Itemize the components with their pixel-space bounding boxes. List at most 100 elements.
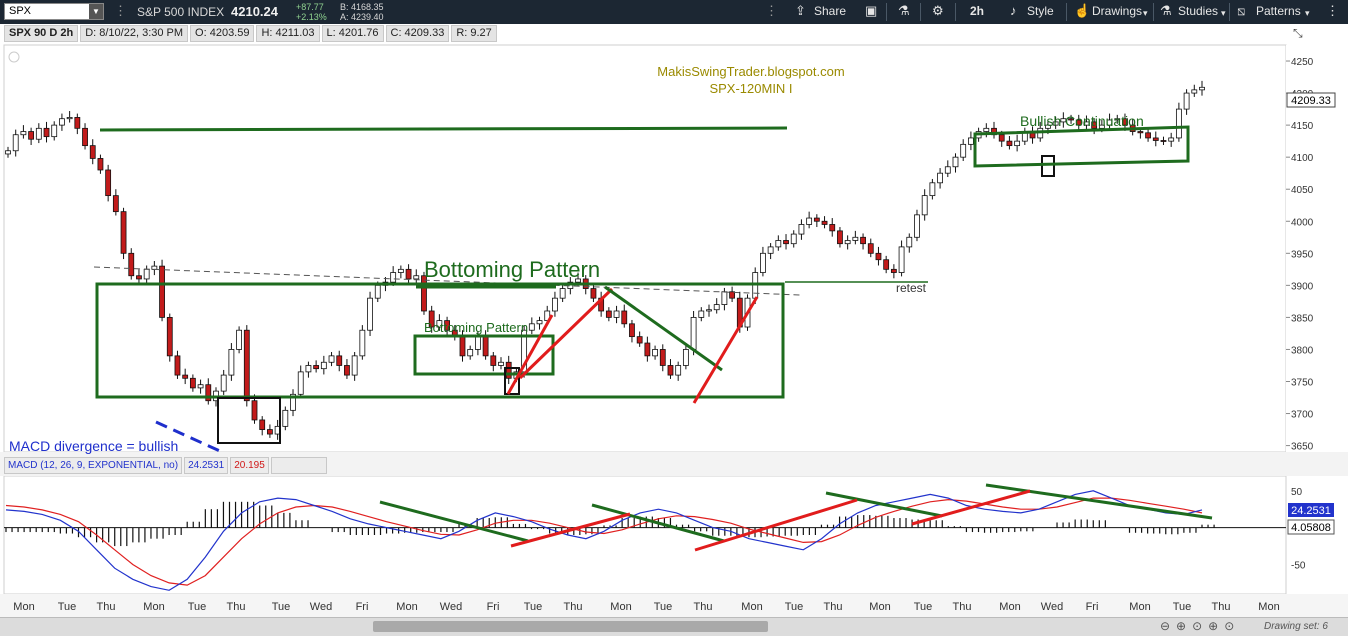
time-tick-label: Fri (487, 601, 500, 613)
time-tick-label: Tue (272, 601, 291, 613)
candle-body (189, 377, 196, 389)
candle-body (690, 317, 697, 350)
horizontal-scrollbar[interactable]: ⊖⊕⊙⊕⊙ Drawing set: 6 (0, 617, 1348, 636)
candle-body (51, 124, 58, 138)
candle-body (659, 349, 666, 366)
candle-body (66, 117, 73, 120)
price-tick-label: 4100 (1291, 153, 1314, 164)
candle-body (813, 217, 820, 222)
price-chart[interactable]: 3650 3700 3750 3800 3850 3900 3950 4000 4050 4100… (0, 0, 1348, 617)
candle-body (82, 127, 88, 147)
candle-body (1006, 140, 1013, 147)
time-tick-label: Fri (356, 601, 369, 613)
candle-body (498, 361, 504, 366)
price-tick-label: 3650 (1291, 442, 1314, 453)
candle-body (821, 220, 828, 225)
candle-body (968, 137, 974, 145)
candle-body (259, 419, 266, 430)
price-tick-label: 4250 (1291, 57, 1314, 68)
candle-body (367, 297, 373, 331)
candle-body (1152, 137, 1159, 141)
candle-body (313, 365, 320, 370)
candle-body (629, 323, 635, 338)
time-tick-label: Mon (1129, 601, 1150, 613)
time-tick-label: Tue (1173, 601, 1192, 613)
chart-subtitle: SPX-120MIN I (709, 81, 792, 96)
time-tick-label: Thu (824, 601, 843, 613)
time-tick-label: Tue (188, 601, 207, 613)
candle-body (921, 195, 928, 216)
candle-body (28, 131, 35, 140)
candle-body (559, 288, 566, 299)
candle-body (5, 150, 11, 155)
zoom-controls-icon[interactable]: ⊖⊕⊙⊕⊙ (1160, 619, 1240, 633)
candle-body (960, 143, 967, 158)
candle-body (952, 156, 959, 168)
time-tick-label: Tue (524, 601, 543, 613)
candle-body (174, 355, 181, 376)
time-tick-label: Wed (440, 601, 462, 613)
candle-body (767, 246, 774, 254)
candle-body (706, 309, 712, 312)
candle-body (890, 268, 897, 273)
candle-body (721, 291, 728, 305)
candle-body (43, 127, 50, 138)
candle-body (1175, 108, 1182, 139)
candle-body (243, 329, 250, 402)
candle-body (675, 365, 682, 376)
candle-body (413, 275, 420, 280)
time-tick-label: Tue (654, 601, 673, 613)
candle-body (20, 131, 27, 136)
inner-bottoming-label: Bottoming Pattern (424, 320, 528, 335)
candle-body (336, 355, 343, 366)
candle-body (482, 336, 489, 357)
macd-study-name[interactable]: MACD (12, 26, 9, EXPONENTIAL, no) (4, 457, 183, 474)
resistance-line[interactable] (99, 126, 788, 132)
candle-body (605, 310, 612, 318)
candle-body (89, 145, 96, 159)
candle-body (151, 265, 158, 270)
candle-body (136, 275, 142, 280)
candle-body (875, 252, 882, 261)
candle-body (197, 384, 204, 389)
candle-body (536, 320, 543, 325)
time-tick-label: Thu (953, 601, 972, 613)
macd-divergence-label: MACD divergence = bullish (9, 438, 178, 454)
time-tick-label: Tue (914, 601, 933, 613)
candle-body (59, 118, 65, 126)
bullish-continuation-label: Bullish Continuation (1020, 113, 1144, 129)
candle-body (344, 365, 350, 376)
candle-body (883, 259, 890, 270)
candle-body (251, 400, 258, 421)
candle-body (112, 195, 119, 213)
candle-body (783, 240, 789, 245)
candle-body (35, 127, 42, 140)
candle-body (1160, 140, 1167, 142)
candle-body (1191, 89, 1198, 94)
candle-body (844, 240, 851, 245)
candle-body (267, 429, 273, 435)
candle-body (490, 355, 497, 366)
candle-body (636, 336, 643, 344)
macd-tick-label: -50 (1291, 561, 1306, 572)
price-tick-label: 3850 (1291, 313, 1314, 324)
macd-value-label: 24.2531 (1291, 505, 1331, 517)
macd-pane[interactable] (3, 475, 1287, 595)
candle-body (867, 243, 874, 254)
price-pane[interactable] (3, 44, 1287, 453)
candle-body (182, 374, 189, 379)
candle-body (682, 349, 689, 366)
candle-body (790, 233, 797, 245)
candle-body (983, 127, 990, 132)
candle-body (1014, 140, 1021, 147)
candle-body (12, 134, 19, 152)
candle-body (713, 304, 720, 311)
candle-body (459, 336, 466, 357)
scrollbar-thumb[interactable] (373, 621, 768, 632)
candle-body (898, 246, 905, 273)
candle-body (351, 355, 358, 376)
candle-body (552, 297, 558, 312)
price-tick-label: 3800 (1291, 345, 1314, 356)
candle-body (698, 310, 705, 318)
macd-study-avg: 20.195 (230, 457, 269, 474)
